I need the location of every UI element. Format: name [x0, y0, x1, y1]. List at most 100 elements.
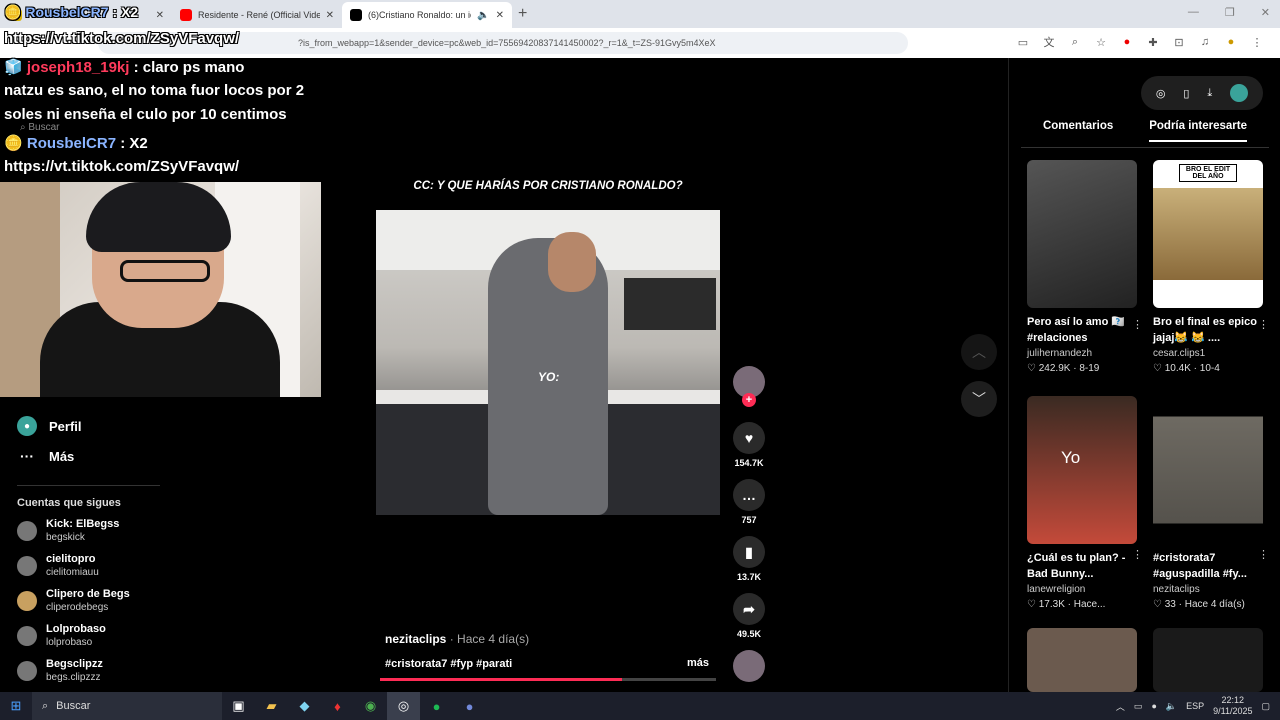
opera-icon[interactable]: ● — [1120, 35, 1134, 49]
share-button[interactable]: ➦ 49.5K — [733, 593, 765, 639]
sidebar-item-perfil[interactable]: ● Perfil — [17, 416, 82, 436]
following-name: Kick: ElBegss — [46, 518, 120, 530]
notes-icon[interactable]: ◆ — [288, 692, 321, 720]
mic-icon[interactable]: ● — [1151, 701, 1156, 711]
network-icon[interactable]: ▭ — [1134, 701, 1143, 712]
sidebar-item-mas[interactable]: ··· Más — [17, 448, 74, 464]
user-avatar[interactable] — [1230, 84, 1249, 102]
taskbar-search[interactable]: ⌕ Buscar — [32, 692, 222, 720]
following-name: cielitopro — [46, 553, 96, 565]
speaker-icon[interactable]: 🔈 — [477, 10, 489, 21]
discord-icon[interactable]: ● — [453, 692, 486, 720]
sidebar-item-label: Más — [49, 448, 75, 464]
spotify-icon[interactable]: ● — [420, 692, 453, 720]
minimize-icon[interactable]: — — [1188, 6, 1199, 19]
task-view-icon[interactable]: ▣ — [222, 692, 255, 720]
search-hint-label: Buscar — [28, 122, 60, 133]
tab-interest[interactable]: Podría interesarte — [1149, 120, 1248, 142]
close-window-icon[interactable]: ✕ — [1261, 6, 1270, 19]
tab-comments[interactable]: Comentarios — [1043, 120, 1113, 142]
file-explorer-icon[interactable]: ▰ — [255, 692, 288, 720]
sidebar-item-label: Perfil — [49, 418, 82, 434]
following-name: Clipero de Begs — [46, 588, 130, 600]
video-hashtags[interactable]: #cristorata7 #fyp #parati — [385, 658, 512, 670]
app-icon[interactable]: ♦ — [321, 692, 354, 720]
save-button[interactable]: ▮ 13.7K — [733, 536, 765, 582]
obs-icon[interactable]: ◎ — [387, 692, 420, 720]
menu-icon[interactable]: ⋮ — [1250, 35, 1264, 49]
video-progress-bar[interactable] — [380, 678, 716, 681]
zoom-icon[interactable]: ⌕ — [1068, 35, 1082, 49]
bookmark-star-icon[interactable]: ☆ — [1094, 35, 1108, 49]
chrome-icon[interactable]: ◉ — [354, 692, 387, 720]
window-controls: — ❐ ✕ — [1188, 6, 1270, 19]
following-item[interactable]: Clipero de Begs cliperodebegs — [17, 588, 130, 614]
suggested-video-card[interactable]: Pero así lo amo 🇽🇽 #relaciones juliherna… — [1027, 160, 1143, 374]
prev-video-button[interactable]: ︿ — [961, 334, 997, 370]
more-dots-icon: ··· — [20, 448, 34, 464]
video-thumbnail — [1153, 628, 1263, 692]
suggested-video-card[interactable] — [1027, 628, 1139, 692]
following-title: Cuentas que sigues — [17, 497, 121, 509]
author-name[interactable]: nezitaclips — [385, 632, 446, 646]
following-user: cielitomiauu — [46, 567, 99, 578]
tab-tiktok[interactable]: (6)Cristiano Ronaldo: un ico 🔈 ✕ — [342, 2, 512, 28]
restore-icon[interactable]: ❐ — [1225, 6, 1235, 19]
video-thumbnail — [1153, 396, 1263, 544]
download-icon[interactable]: ⤓ — [1207, 87, 1212, 100]
like-button[interactable]: ♥ 154.7K — [733, 422, 765, 468]
avatar — [17, 626, 37, 646]
music-disc-avatar[interactable] — [733, 650, 765, 682]
volume-icon[interactable]: 🔈 — [1166, 701, 1177, 712]
following-item[interactable]: Lolprobaso lolprobaso — [17, 623, 106, 649]
video-microwave — [624, 278, 716, 330]
more-link[interactable]: más — [687, 657, 709, 669]
tab-title: (6)Cristiano Ronaldo: un ico — [368, 10, 472, 20]
follow-plus-icon[interactable]: + — [742, 393, 756, 407]
translate-icon[interactable]: 文 — [1042, 35, 1056, 49]
compass-icon[interactable]: ◎ — [1156, 87, 1166, 100]
close-tab-icon[interactable]: ✕ — [326, 10, 334, 21]
bookmark-icon: ▮ — [733, 536, 765, 568]
extensions-icon[interactable]: ✚ — [1146, 35, 1160, 49]
following-item[interactable]: Begsclipzz begs.clipzzz — [17, 658, 103, 684]
media-icon[interactable]: ♫ — [1198, 35, 1212, 49]
close-tab-icon[interactable]: ✕ — [156, 10, 164, 21]
chevron-up-icon[interactable]: ︿ — [1116, 700, 1125, 713]
cast-icon[interactable]: ▭ — [1016, 35, 1030, 49]
coin-icon: 🪙 — [4, 4, 22, 20]
search-hint[interactable]: ⌕ Buscar — [20, 122, 60, 133]
following-item[interactable]: cielitopro cielitomiauu — [17, 553, 99, 579]
search-label: Buscar — [56, 700, 91, 712]
following-item[interactable]: Kick: ElBegss begskick — [17, 518, 119, 544]
kebab-icon[interactable]: ⋮ — [1258, 548, 1269, 561]
card-user: cesar.clips1 — [1153, 348, 1206, 359]
search-icon: ⌕ — [42, 699, 49, 712]
windows-start-button[interactable]: ⊞ — [0, 692, 32, 720]
next-video-button[interactable]: ﹀ — [961, 381, 997, 417]
save-count: 13.7K — [736, 572, 762, 582]
tab-residente[interactable]: Residente - René (Official Video) ✕ — [172, 2, 342, 28]
tiktok-icon — [350, 9, 362, 21]
clock[interactable]: 22:12 9/11/2025 — [1213, 695, 1252, 717]
following-user: begs.clipzzz — [46, 672, 101, 683]
comment-button[interactable]: … 757 — [733, 479, 765, 525]
notifications-icon[interactable]: ▢ — [1261, 701, 1270, 712]
suggested-video-card[interactable]: Yo ¿Cuál es tu plan? - Bad Bunny... lane… — [1027, 396, 1143, 610]
language-indicator[interactable]: ESP — [1186, 701, 1204, 711]
kebab-icon[interactable]: ⋮ — [1132, 548, 1143, 561]
suggested-video-card[interactable] — [1153, 628, 1265, 692]
kebab-icon[interactable]: ⋮ — [1132, 318, 1143, 331]
video-player[interactable]: YO: — [376, 210, 720, 515]
screenshot-icon[interactable]: ⊡ — [1172, 35, 1186, 49]
close-tab-icon[interactable]: ✕ — [496, 10, 504, 21]
webcam-hair — [86, 182, 231, 252]
new-tab-button[interactable]: + — [518, 5, 527, 23]
suggested-video-card[interactable]: #cristorata7 #aguspadilla #fy... nezitac… — [1153, 396, 1269, 610]
kebab-icon[interactable]: ⋮ — [1258, 318, 1269, 331]
video-author-line[interactable]: nezitaclips · Hace 4 día(s) — [385, 632, 529, 646]
chat-line-7: https://vt.tiktok.com/ZSyVFavqw/ — [4, 158, 240, 175]
phone-icon[interactable]: ▯ — [1183, 87, 1189, 100]
profile-avatar-icon[interactable]: ● — [1224, 35, 1238, 49]
suggested-video-card[interactable]: BRO EL EDIT DEL AÑO Bro el final es epic… — [1153, 160, 1269, 374]
